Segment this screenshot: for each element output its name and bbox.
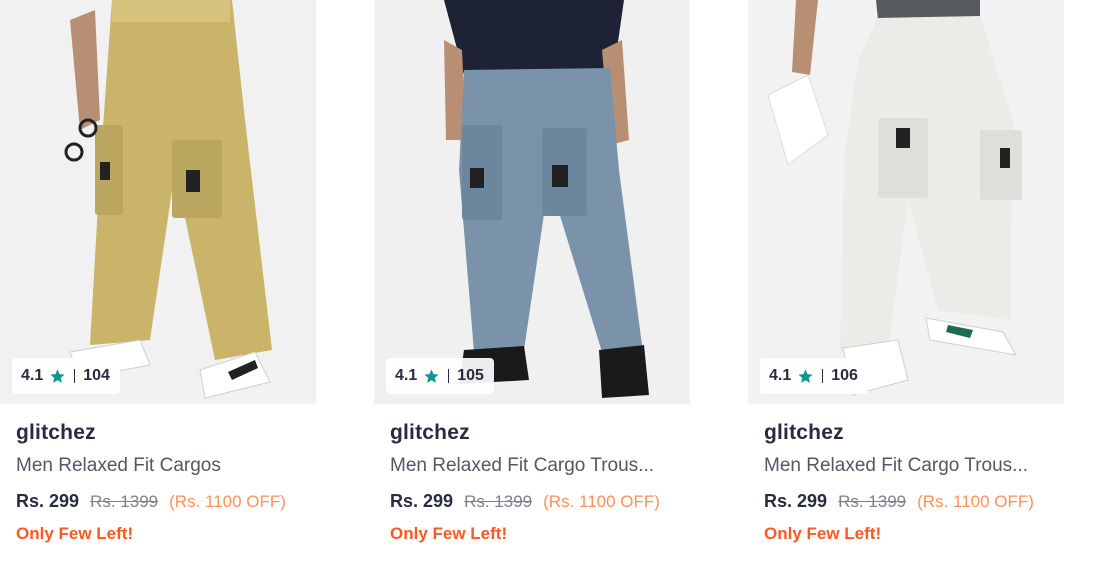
product-image[interactable] — [0, 0, 316, 404]
product-grid: 4.1 104 glitchez Men Relaxed Fit Cargos … — [0, 0, 1098, 574]
rating-divider — [448, 369, 450, 383]
rating-value: 4.1 — [21, 367, 44, 384]
rating-badge: 4.1 105 — [386, 358, 494, 394]
rating-badge: 4.1 106 — [760, 358, 868, 394]
price-row: Rs. 299 Rs. 1399 (Rs. 1100 OFF) — [764, 491, 1034, 512]
price-row: Rs. 299 Rs. 1399 (Rs. 1100 OFF) — [16, 491, 286, 512]
product-title[interactable]: Men Relaxed Fit Cargo Trous... — [390, 455, 680, 477]
rating-count: 106 — [831, 367, 858, 384]
cargo-pants-image — [0, 0, 316, 404]
rating-value: 4.1 — [395, 367, 418, 384]
product-price: Rs. 299 — [764, 491, 828, 511]
price-row: Rs. 299 Rs. 1399 (Rs. 1100 OFF) — [390, 491, 660, 512]
product-card[interactable]: 4.1 106 glitchez Men Relaxed Fit Cargo T… — [748, 0, 1064, 574]
product-brand: glitchez — [390, 421, 470, 444]
product-brand: glitchez — [16, 421, 96, 444]
product-title[interactable]: Men Relaxed Fit Cargos — [16, 455, 306, 477]
product-price: Rs. 299 — [390, 491, 454, 511]
product-mrp: Rs. 1399 — [90, 492, 159, 511]
product-discount: (Rs. 1100 OFF) — [169, 492, 286, 511]
rating-count: 105 — [457, 367, 484, 384]
rating-value: 4.1 — [769, 367, 792, 384]
product-brand: glitchez — [764, 421, 844, 444]
product-discount: (Rs. 1100 OFF) — [543, 492, 660, 511]
star-icon — [424, 368, 439, 383]
cargo-pants-image — [374, 0, 690, 404]
product-card[interactable]: 4.1 105 glitchez Men Relaxed Fit Cargo T… — [374, 0, 690, 574]
product-mrp: Rs. 1399 — [838, 492, 907, 511]
stock-status: Only Few Left! — [16, 524, 134, 543]
rating-badge: 4.1 104 — [12, 358, 120, 394]
product-card[interactable]: 4.1 104 glitchez Men Relaxed Fit Cargos … — [0, 0, 316, 574]
stock-status: Only Few Left! — [390, 524, 508, 543]
cargo-pants-image — [748, 0, 1064, 404]
product-price: Rs. 299 — [16, 491, 80, 511]
star-icon — [798, 368, 813, 383]
rating-divider — [822, 369, 824, 383]
stock-status: Only Few Left! — [764, 524, 882, 543]
product-image[interactable] — [748, 0, 1064, 404]
rating-count: 104 — [83, 367, 110, 384]
product-title[interactable]: Men Relaxed Fit Cargo Trous... — [764, 455, 1054, 477]
rating-divider — [74, 369, 76, 383]
product-mrp: Rs. 1399 — [464, 492, 533, 511]
product-image[interactable] — [374, 0, 690, 404]
star-icon — [50, 368, 65, 383]
product-discount: (Rs. 1100 OFF) — [917, 492, 1034, 511]
